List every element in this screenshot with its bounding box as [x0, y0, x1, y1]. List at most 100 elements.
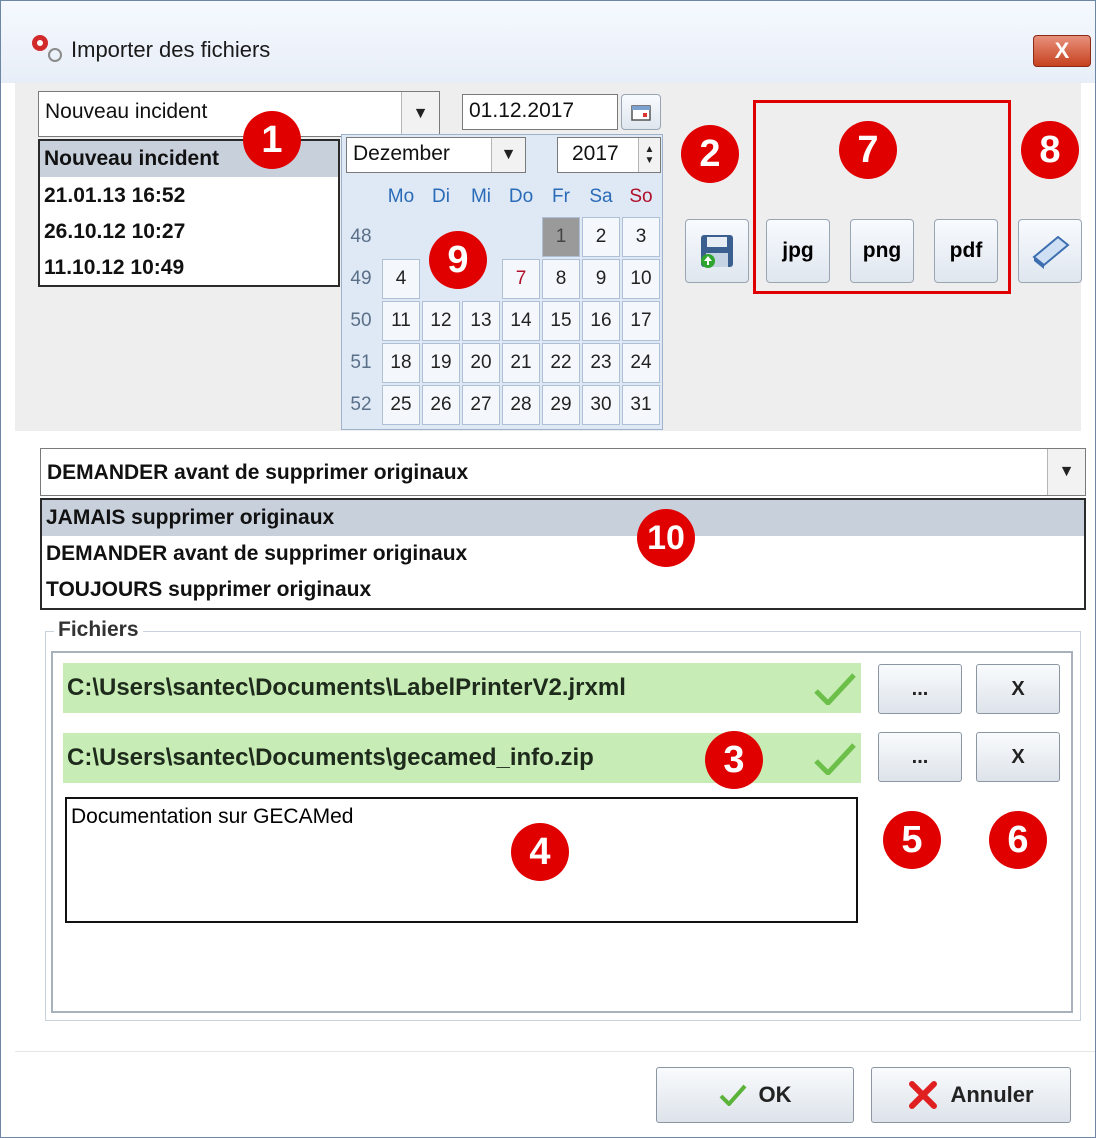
checkmark-icon	[719, 1084, 746, 1106]
weekday-header: Mo	[387, 186, 415, 207]
png-label: png	[862, 239, 902, 262]
calendar-day[interactable]: 18	[382, 343, 420, 383]
calendar-day[interactable]: 25	[382, 385, 420, 425]
calendar-day[interactable]: 3	[622, 217, 660, 257]
remove-file-button[interactable]: X	[976, 732, 1060, 782]
annotation-badge: 8	[1021, 121, 1079, 179]
annotation-badge: 4	[511, 823, 569, 881]
import-files-dialog: Importer des fichiers X Nouveau incident…	[0, 0, 1096, 1138]
incident-option[interactable]: 21.01.13 16:52	[40, 178, 338, 214]
ok-button[interactable]: OK	[656, 1067, 854, 1123]
calendar-day[interactable]: 16	[582, 301, 620, 341]
description-text: Documentation sur GECAMed	[71, 805, 354, 828]
delete-policy-option[interactable]: DEMANDER avant de supprimer originaux	[42, 536, 1084, 572]
annotation-badge: 3	[705, 731, 763, 789]
calendar-day[interactable]: 29	[542, 385, 580, 425]
calendar-day[interactable]: 24	[622, 343, 660, 383]
files-group-legend: Fichiers	[54, 618, 143, 642]
close-button[interactable]: X	[1033, 35, 1091, 67]
annotation-badge: 10	[637, 509, 695, 567]
file-row: C:\Users\santec\Documents\LabelPrinterV2…	[63, 663, 861, 713]
checkmark-icon	[814, 743, 856, 775]
calendar-day[interactable]: 17	[622, 301, 660, 341]
calendar-day[interactable]: 19	[422, 343, 460, 383]
calendar-day[interactable]: 12	[422, 301, 460, 341]
incident-option[interactable]: 26.10.12 10:27	[40, 214, 338, 250]
month-combo[interactable]: Dezember ▼	[346, 137, 526, 173]
export-jpg-button[interactable]: jpg	[766, 219, 830, 283]
annotation-badge: 2	[681, 125, 739, 183]
annotation-badge: 6	[989, 811, 1047, 869]
calendar-day[interactable]: 8	[542, 259, 580, 299]
calendar-day[interactable]: 21	[502, 343, 540, 383]
checkmark-icon	[814, 673, 856, 705]
export-pdf-button[interactable]: pdf	[934, 219, 998, 283]
save-button[interactable]	[685, 219, 749, 283]
calendar-day[interactable]: 2	[582, 217, 620, 257]
jpg-label: jpg	[782, 239, 814, 262]
calendar-popup: Dezember ▼ 2017 ▲ ▼ Mo Di Mi Do Fr Sa So 48 1 2 3 49…	[341, 134, 663, 430]
annotation-badge: 7	[839, 121, 897, 179]
chevron-down-icon[interactable]: ▼	[401, 92, 439, 136]
ok-label: OK	[758, 1082, 792, 1107]
calendar-day[interactable]: 1	[542, 217, 580, 257]
calendar-day[interactable]: 28	[502, 385, 540, 425]
calendar-day[interactable]: 27	[462, 385, 500, 425]
cancel-button[interactable]: Annuler	[871, 1067, 1071, 1123]
calendar-day[interactable]: 15	[542, 301, 580, 341]
remove-file-button[interactable]: X	[976, 664, 1060, 714]
month-value: Dezember	[353, 142, 450, 165]
annotation-badge: 9	[429, 231, 487, 289]
weekday-header: So	[629, 186, 653, 207]
incident-combo[interactable]: Nouveau incident ▼	[38, 91, 440, 137]
export-png-button[interactable]: png	[850, 219, 914, 283]
scanner-icon	[1032, 235, 1070, 269]
year-value: 2017	[572, 142, 619, 165]
weekday-header: Sa	[589, 186, 613, 207]
calendar-day[interactable]: 30	[582, 385, 620, 425]
incident-option[interactable]: 11.10.12 10:49	[40, 250, 338, 286]
chevron-down-icon[interactable]: ▼	[491, 138, 525, 172]
calendar-day[interactable]: 26	[422, 385, 460, 425]
chevron-down-icon[interactable]: ▼	[1047, 449, 1085, 495]
calendar-day[interactable]: 22	[542, 343, 580, 383]
app-icon	[32, 35, 62, 62]
delete-policy-option[interactable]: TOUJOURS supprimer originaux	[42, 572, 1084, 608]
calendar-day[interactable]: 7	[502, 259, 540, 299]
pdf-label: pdf	[949, 239, 983, 262]
annotation-badge: 5	[883, 811, 941, 869]
calendar-day[interactable]: 23	[582, 343, 620, 383]
incident-combo-value: Nouveau incident	[45, 100, 208, 123]
incident-list: Nouveau incident 21.01.13 16:52 26.10.12…	[38, 139, 340, 287]
file-path: C:\Users\santec\Documents\LabelPrinterV2…	[67, 674, 626, 701]
calendar-button[interactable]	[621, 94, 661, 130]
year-spinner[interactable]: 2017 ▲ ▼	[557, 137, 661, 173]
calendar-day[interactable]: 14	[502, 301, 540, 341]
calendar-day[interactable]: 4	[382, 259, 420, 299]
description-textarea[interactable]: Documentation sur GECAMed	[65, 797, 858, 923]
weekday-header: Do	[508, 186, 534, 207]
red-x-icon	[909, 1081, 938, 1109]
calendar-day[interactable]: 11	[382, 301, 420, 341]
calendar-day[interactable]: 9	[582, 259, 620, 299]
calendar-day[interactable]: 31	[622, 385, 660, 425]
browse-button[interactable]: ...	[878, 732, 962, 782]
delete-policy-combo[interactable]: DEMANDER avant de supprimer originaux ▼	[40, 448, 1086, 496]
window-title: Importer des fichiers	[71, 37, 271, 62]
date-field[interactable]: 01.12.2017	[462, 94, 618, 130]
calendar-day[interactable]: 20	[462, 343, 500, 383]
weekday-header: Mi	[470, 186, 492, 207]
browse-button[interactable]: ...	[878, 664, 962, 714]
delete-policy-option[interactable]: JAMAIS supprimer originaux	[42, 500, 1084, 536]
cancel-label: Annuler	[950, 1082, 1034, 1107]
week-number: 52	[350, 394, 372, 415]
scan-button[interactable]	[1018, 219, 1082, 283]
spinner-arrows-icon[interactable]: ▲ ▼	[638, 138, 660, 172]
annotation-badge: 1	[243, 111, 301, 169]
calendar-day[interactable]: 13	[462, 301, 500, 341]
calendar-day[interactable]: 10	[622, 259, 660, 299]
weekday-header: Di	[432, 186, 450, 207]
week-number: 50	[350, 310, 372, 331]
weekday-header: Fr	[552, 186, 570, 207]
calendar-icon	[631, 105, 651, 121]
